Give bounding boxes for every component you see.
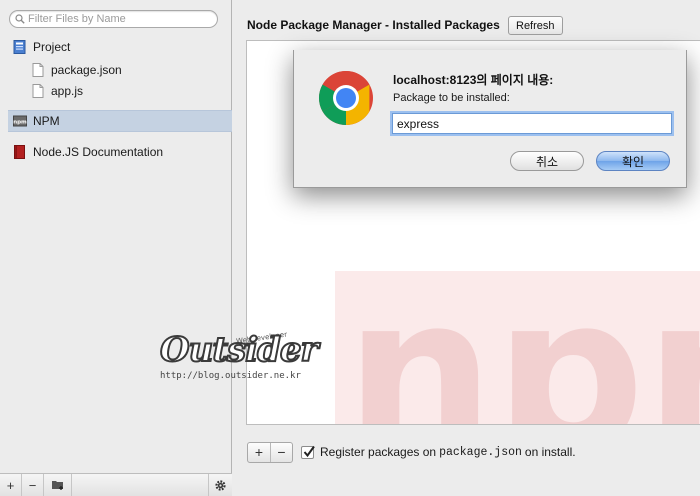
chrome-logo-icon [318, 70, 373, 126]
file-icon [32, 63, 44, 77]
sidebar-toolbar: + − [0, 473, 232, 496]
watermark-logo-text: Outsider [159, 329, 319, 371]
register-label-before: Register packages on [320, 445, 437, 459]
npm-icon: npm [13, 115, 27, 127]
prompt-dialog: localhost:8123의 페이지 내용: Package to be in… [293, 50, 687, 188]
sidebar-item-label: Project [33, 40, 71, 54]
package-toolbar: + − Register packages on package.json on… [247, 440, 576, 464]
add-label: + [6, 477, 15, 493]
ok-button[interactable]: 확인 [596, 151, 670, 171]
package-name-input[interactable] [392, 113, 672, 134]
filter-search-field[interactable] [9, 10, 218, 28]
register-packages-option[interactable]: Register packages on package.json on ins… [301, 445, 576, 459]
sidebar: Project package.json app.js npm NPM Node… [0, 0, 232, 496]
sidebar-item-project[interactable]: Project [13, 37, 70, 57]
folder-add-icon [51, 481, 63, 490]
add-file-button[interactable]: + [0, 474, 22, 496]
watermark-url: http://blog.outsider.ne.kr [160, 371, 301, 381]
page-title: Node Package Manager - Installed Package… [247, 18, 500, 32]
sidebar-item-label: app.js [51, 84, 84, 98]
checkmark-icon [303, 445, 315, 457]
svg-text:npm: npm [13, 120, 27, 126]
register-checkbox[interactable] [301, 445, 315, 459]
new-folder-button[interactable] [44, 474, 72, 496]
sidebar-item-nodejs-docs[interactable]: Node.JS Documentation [13, 142, 163, 162]
sidebar-item-npm[interactable]: npm NPM [8, 110, 232, 132]
add-package-button[interactable]: + [248, 443, 270, 462]
package-add-remove-group: + − [247, 441, 293, 463]
remove-label: − [28, 477, 37, 493]
settings-button[interactable] [208, 474, 232, 496]
cancel-button[interactable]: 취소 [510, 151, 584, 171]
npm-logo-watermark: npm [335, 271, 700, 425]
book-icon [14, 145, 25, 159]
project-icon [13, 40, 26, 54]
sidebar-item-label: Node.JS Documentation [33, 145, 164, 159]
register-label-after: on install. [524, 445, 576, 459]
sidebar-item-label: NPM [33, 114, 60, 128]
search-icon [15, 14, 25, 24]
dialog-message: Package to be installed: [393, 92, 510, 104]
sidebar-item-package-json[interactable]: package.json [31, 60, 122, 80]
remove-file-button[interactable]: − [22, 474, 44, 496]
file-icon [32, 84, 44, 98]
register-label-code: package.json [439, 445, 522, 459]
sidebar-item-app-js[interactable]: app.js [31, 81, 83, 101]
dialog-title: localhost:8123의 페이지 내용: [393, 73, 554, 87]
npm-watermark-text: npm [345, 271, 700, 425]
sidebar-item-label: package.json [51, 63, 122, 77]
search-input[interactable] [28, 12, 213, 26]
remove-package-button[interactable]: − [270, 442, 292, 462]
gear-icon [215, 479, 226, 491]
refresh-button[interactable]: Refresh [508, 16, 563, 35]
